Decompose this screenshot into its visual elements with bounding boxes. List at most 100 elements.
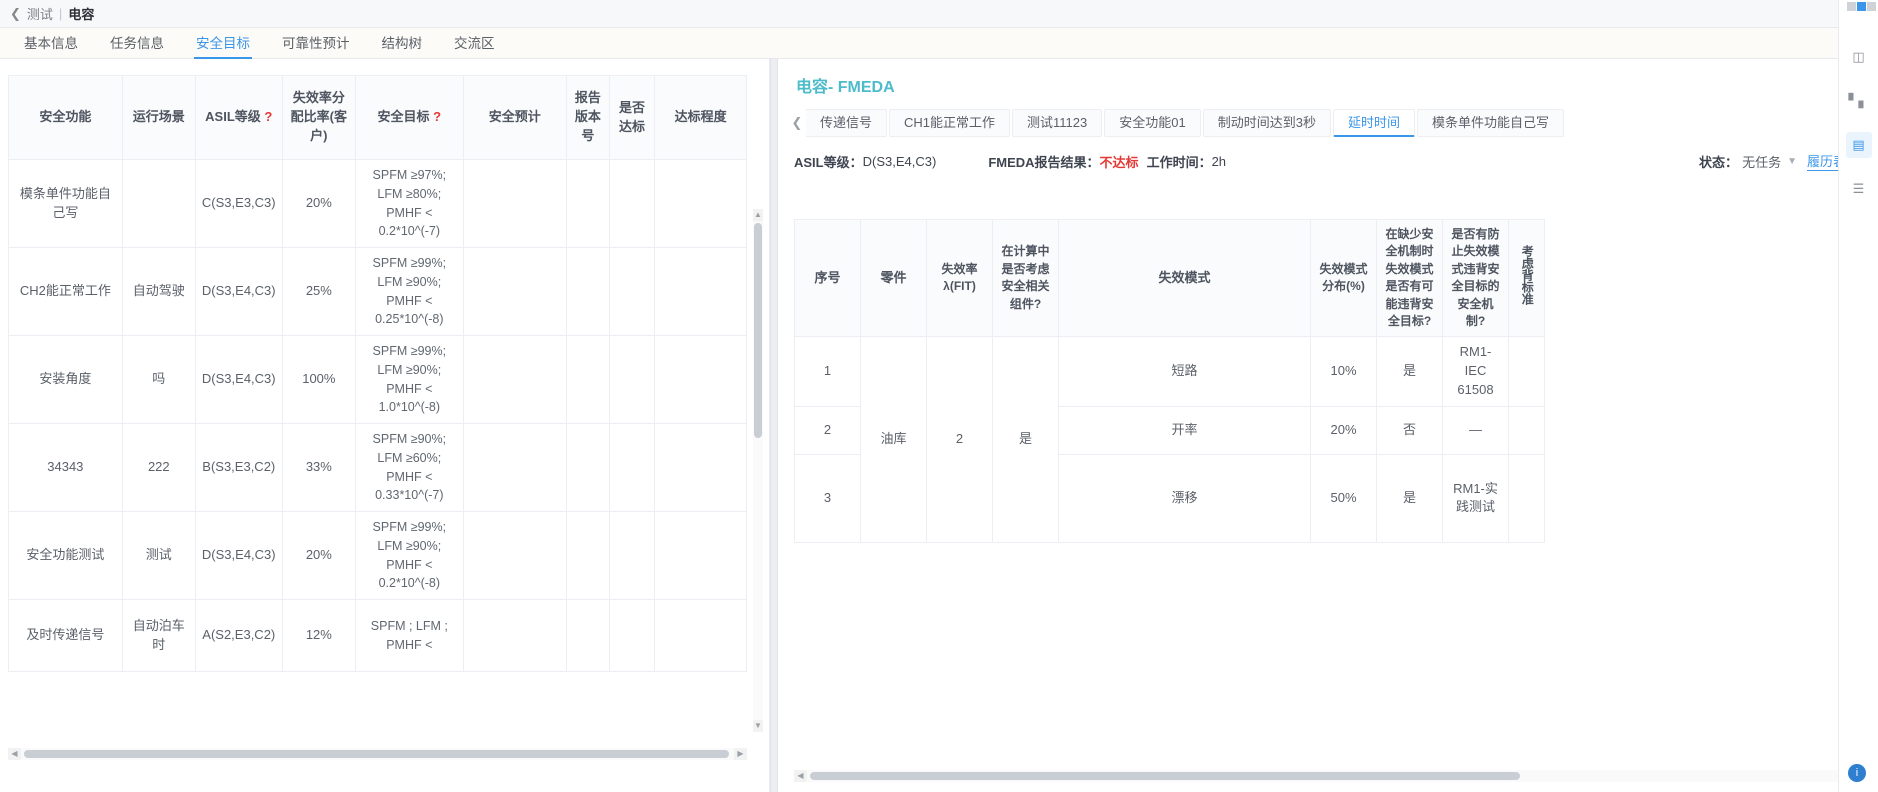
cell-pass[interactable] <box>608 247 656 336</box>
left-vertical-scrollbar[interactable]: ▲ ▼ <box>753 209 763 732</box>
panel-icon[interactable]: ▤ <box>1845 132 1872 158</box>
breadcrumb-parent[interactable]: 测试 <box>27 4 53 23</box>
window-controls[interactable] <box>1845 0 1878 12</box>
cell-version[interactable] <box>566 247 610 336</box>
scroll-left-icon[interactable]: ◀ <box>794 770 807 782</box>
cell-mechanism[interactable]: RM1-IEC 61508 <box>1442 336 1509 407</box>
cell-version[interactable] <box>566 423 610 512</box>
status-value[interactable]: 无任务 <box>1742 152 1781 171</box>
cell-asil[interactable]: D(S3,E4,C3) <box>194 335 283 424</box>
cell-asil[interactable]: D(S3,E4,C3) <box>194 247 283 336</box>
fmeda-tab-module-unit-self[interactable]: 模条单件功能自己写 <box>1416 109 1564 137</box>
cell-ratio[interactable]: 33% <box>281 423 357 512</box>
help-icon[interactable]: ? <box>264 109 272 124</box>
cell-version[interactable] <box>566 511 610 600</box>
col-violates-safety-goal[interactable]: 在缺少安全机制时失效模式是否有可能违背安全目标? <box>1376 219 1443 338</box>
scroll-up-icon[interactable]: ▲ <box>753 209 763 221</box>
cell-degree[interactable] <box>654 599 747 672</box>
cell-estimate[interactable] <box>462 599 568 672</box>
cell-goal[interactable]: SPFM ≥90%; LFM ≥60%; PMHF < 0.33*10^(-7) <box>355 423 464 512</box>
cell-pass[interactable] <box>608 423 656 512</box>
cell-estimate[interactable] <box>462 511 568 600</box>
cell-degree[interactable] <box>654 335 747 424</box>
col-part[interactable]: 零件 <box>860 219 927 338</box>
table-row[interactable]: 安全功能测试 测试 D(S3,E4,C3) 20% SPFM ≥99%; LFM ≥90… <box>8 511 747 600</box>
col-pass-degree[interactable]: 达标程度 <box>654 75 747 160</box>
col-is-pass[interactable]: 是否达标 <box>608 75 656 160</box>
col-extra[interactable]: 考虑背标准 <box>1508 219 1545 338</box>
cell-ratio[interactable]: 25% <box>281 247 357 336</box>
cell-degree[interactable] <box>654 511 747 600</box>
help-icon[interactable]: ? <box>433 109 441 124</box>
cell-ratio[interactable]: 20% <box>281 159 357 248</box>
cell-degree[interactable] <box>654 159 747 248</box>
cell-version[interactable] <box>566 335 610 424</box>
help-fab-button[interactable]: i <box>1848 764 1866 782</box>
cell-goal[interactable]: SPFM ≥99%; LFM ≥90%; PMHF < 1.0*10^(-8) <box>355 335 464 424</box>
cell-dist[interactable]: 20% <box>1310 405 1377 455</box>
scroll-right-icon[interactable]: ▶ <box>734 748 747 760</box>
cell-estimate[interactable] <box>462 423 568 512</box>
col-safety-goal[interactable]: 安全目标 ? <box>355 75 464 160</box>
tab-basic-info[interactable]: 基本信息 <box>8 32 94 58</box>
table-row[interactable]: 及时传递信号 自动泊车时 A(S2,E3,C2) 12% SPFM ; LFM ; PM… <box>8 599 747 672</box>
scroll-thumb-vertical[interactable] <box>754 223 762 438</box>
chevron-down-icon[interactable]: ▼ <box>1787 156 1797 167</box>
cell-version[interactable] <box>566 599 610 672</box>
cell-pass[interactable] <box>608 159 656 248</box>
fmeda-tab-safety-function-01[interactable]: 安全功能01 <box>1104 109 1201 137</box>
col-report-version[interactable]: 报告版本号 <box>566 75 610 160</box>
table-row[interactable]: 1 油库 2 是短路 10% 是 RM1-IEC 61508 <box>794 336 1545 543</box>
cell-idx[interactable]: 3 <box>794 453 861 543</box>
cell-pass[interactable] <box>608 511 656 600</box>
grid-apps-icon[interactable]: ▘▖ <box>1846 88 1872 114</box>
cell-mode[interactable]: 漂移 <box>1058 453 1311 543</box>
cell-scene[interactable]: 自动泊车时 <box>121 599 196 672</box>
cell-scene[interactable] <box>121 159 196 248</box>
cell-asil[interactable]: B(S3,E3,C2) <box>194 423 283 512</box>
col-consider-safety-related[interactable]: 在计算中是否考虑安全相关组件? <box>992 219 1059 338</box>
cell-estimate[interactable] <box>462 247 568 336</box>
cell-asil[interactable]: D(S3,E4,C3) <box>194 511 283 600</box>
cell-func[interactable]: CH2能正常工作 <box>8 247 123 336</box>
cell-degree[interactable] <box>654 247 747 336</box>
tab-task-info[interactable]: 任务信息 <box>94 32 180 58</box>
cell-degree[interactable] <box>654 423 747 512</box>
cell-asil[interactable]: C(S3,E3,C3) <box>194 159 283 248</box>
cell-scene[interactable]: 222 <box>121 423 196 512</box>
cell-violate[interactable]: 是 <box>1376 453 1443 543</box>
list-icon[interactable]: ☰ <box>1846 176 1872 202</box>
col-failure-rate-fit[interactable]: 失效率λ(FIT) <box>926 219 993 338</box>
col-safety-mechanism[interactable]: 是否有防止失效模式违背安全目标的安全机制? <box>1442 219 1509 338</box>
left-horizontal-scrollbar[interactable]: ◀ ▶ <box>8 748 747 760</box>
cell-pass[interactable] <box>608 335 656 424</box>
tab-discussion[interactable]: 交流区 <box>438 32 511 58</box>
cell-asil[interactable]: A(S2,E3,C2) <box>194 599 283 672</box>
cell-func[interactable]: 及时传递信号 <box>8 599 123 672</box>
table-row[interactable]: 模条单件功能自己写 C(S3,E3,C3) 20% SPFM ≥97%; LFM ≥8… <box>8 159 747 248</box>
cell-scene[interactable]: 测试 <box>121 511 196 600</box>
fmeda-tab-ch1-normal[interactable]: CH1能正常工作 <box>889 109 1011 137</box>
cell-goal[interactable]: SPFM ≥97%; LFM ≥80%; PMHF < 0.2*10^(-7) <box>355 159 464 248</box>
cell-goal[interactable]: SPFM ; LFM ; PMHF < <box>355 599 464 672</box>
cell-part[interactable]: 油库 <box>860 336 927 543</box>
cell-dist[interactable]: 10% <box>1310 336 1377 407</box>
cell-estimate[interactable] <box>462 335 568 424</box>
col-safety-estimate[interactable]: 安全预计 <box>462 75 568 160</box>
window-control-1[interactable] <box>1847 2 1856 11</box>
table-row[interactable]: 安装角度吗 D(S3,E4,C3) 100% SPFM ≥99%; LFM ≥90%;… <box>8 335 747 424</box>
cell-fit[interactable]: 2 <box>926 336 993 543</box>
col-index[interactable]: 序号 <box>794 219 861 338</box>
col-failure-mode[interactable]: 失效模式 <box>1058 219 1311 338</box>
cell-goal[interactable]: SPFM ≥99%; LFM ≥90%; PMHF < 0.2*10^(-8) <box>355 511 464 600</box>
cell-extra[interactable] <box>1508 453 1545 543</box>
cell-version[interactable] <box>566 159 610 248</box>
cell-func[interactable]: 安装角度 <box>8 335 123 424</box>
window-control-3[interactable] <box>1867 2 1876 11</box>
fmeda-tab-test11123[interactable]: 测试11123 <box>1012 109 1103 137</box>
col-failure-mode-distribution[interactable]: 失效模式分布(%) <box>1310 219 1377 338</box>
cell-consider[interactable]: 是 <box>992 336 1059 543</box>
cell-goal[interactable]: SPFM ≥99%; LFM ≥90%; PMHF < 0.25*10^(-8) <box>355 247 464 336</box>
cell-extra[interactable] <box>1508 336 1545 407</box>
cell-estimate[interactable] <box>462 159 568 248</box>
